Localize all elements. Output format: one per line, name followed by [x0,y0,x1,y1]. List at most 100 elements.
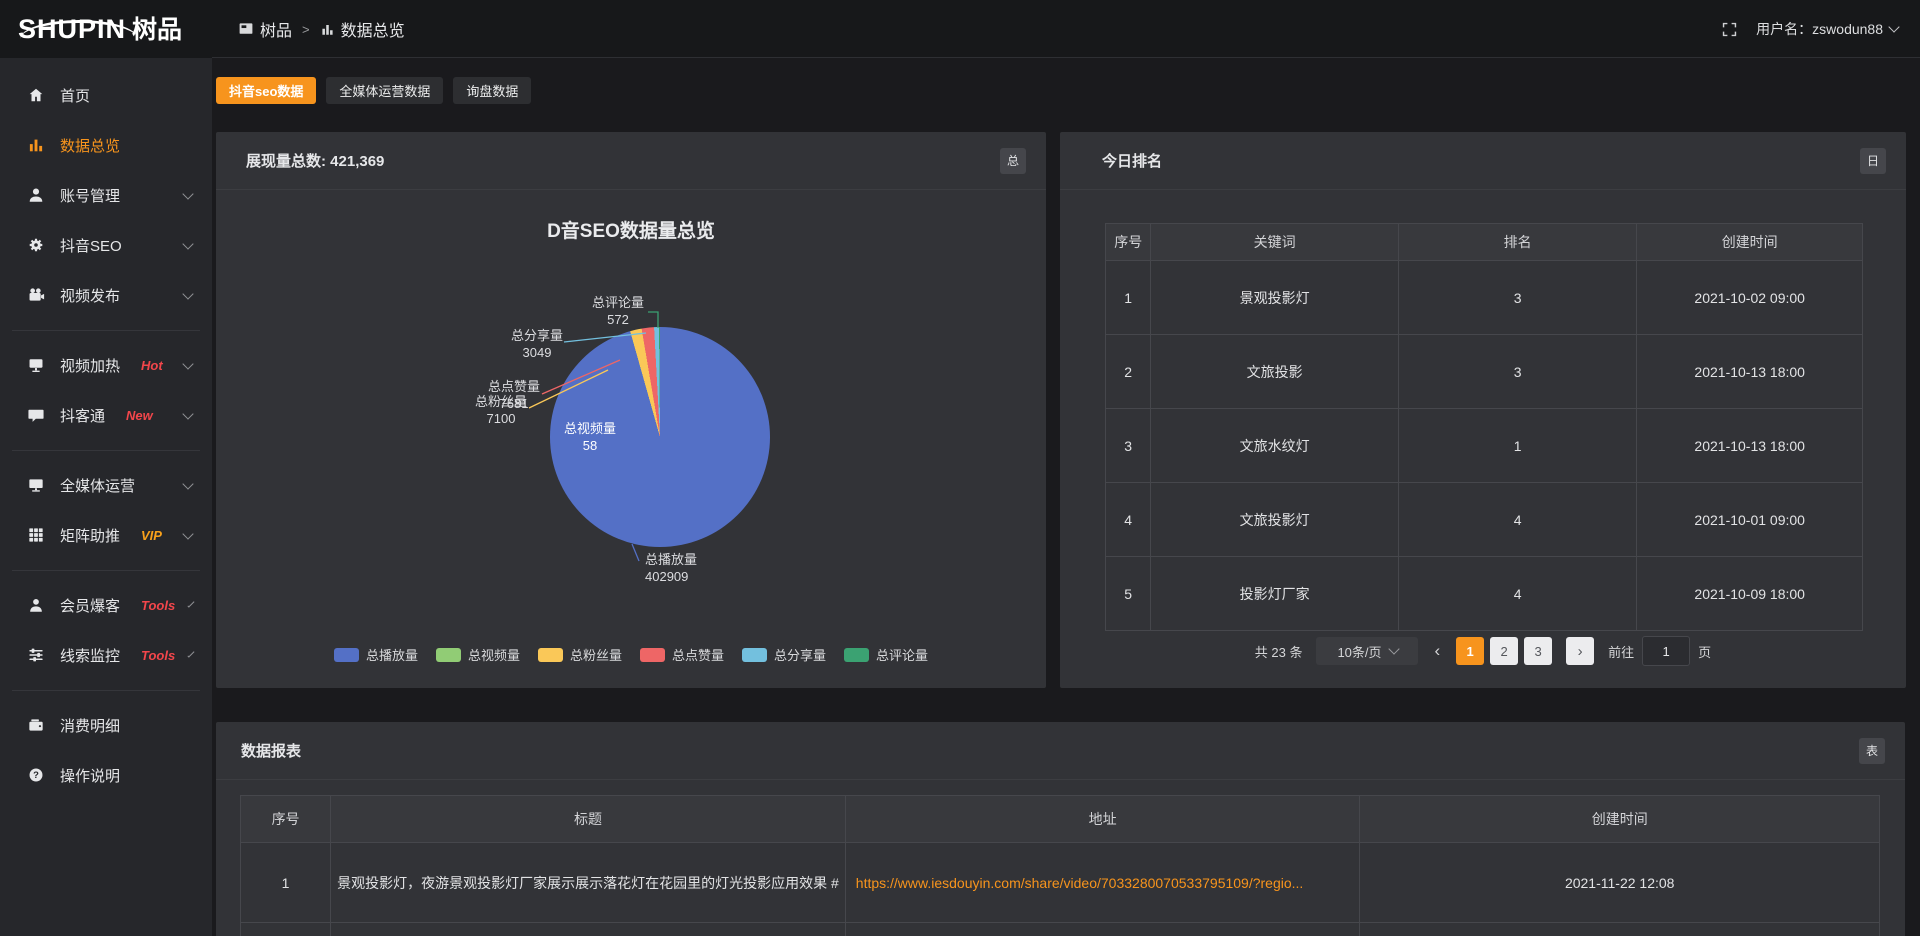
ranking-table: 序号关键词排名创建时间 1景观投影灯32021-10-02 09:002文旅投影… [1105,223,1863,631]
sidebar-item-matrix-boost[interactable]: 矩阵助推VIP [0,510,212,560]
page-button-1[interactable]: 1 [1456,637,1484,665]
svg-text:?: ? [33,770,39,781]
impressions-total: 展现量总数: 421,369 [246,150,384,171]
sidebar-item-label: 视频发布 [60,285,120,306]
goto-page: 前往 页 [1608,636,1711,666]
legend-item[interactable]: 总粉丝量 [538,645,622,664]
sidebar-item-operation-guide[interactable]: ? 操作说明 [0,750,212,800]
chevron-down-icon [182,408,193,419]
ranking-cell: 1 [1398,409,1636,483]
pagination: 共 23 条 10条/页 ‹ 123 › 前往 页 [1060,636,1906,666]
topbar-right: 用户名：zswodun88 [1721,19,1920,39]
ranking-cell: 3 [1398,335,1636,409]
ranking-col-header: 关键词 [1151,224,1399,261]
sidebar-item-label: 消费明细 [60,715,120,736]
breadcrumb-label: 数据总览 [341,17,405,41]
legend-item[interactable]: 总视频量 [436,645,520,664]
pie-label-value: 7681 [470,395,558,412]
tab-1[interactable]: 全媒体运营数据 [326,77,443,104]
report-table-header: 序号标题地址创建时间 [241,796,1880,843]
sidebar-item-label: 矩阵助推 [60,525,120,546]
app-root: SHUPIN 树品 树品 > 数据总览 用户名：zswodun88 首页数据 [0,0,1920,936]
chevron-down-icon [182,288,193,299]
legend-label: 总点赞量 [672,645,724,664]
report-link[interactable]: https://www.iesdouyin.com/share/video/70… [845,843,1360,923]
report-table-button[interactable]: 表 [1859,738,1885,764]
chevron-down-icon [1388,643,1399,654]
tab-0[interactable]: 抖音seo数据 [216,77,316,104]
legend-label: 总播放量 [366,645,418,664]
sidebar-item-home[interactable]: 首页 [0,70,212,120]
sidebar-item-video-heat[interactable]: 视频加热Hot [0,340,212,390]
sidebar-divider [12,330,200,331]
sidebar-item-douketong[interactable]: 抖客通New [0,390,212,440]
sidebar-item-badge: Tools [141,648,175,663]
page-button-2[interactable]: 2 [1490,637,1518,665]
sidebar-item-consumption-detail[interactable]: 消费明细 [0,700,212,750]
legend-item[interactable]: 总点赞量 [640,645,724,664]
chevron-down-icon [182,528,193,539]
sidebar-item-label: 抖客通 [60,405,105,426]
pie-label-name: 总分享量 [492,327,582,344]
breadcrumb-item-current[interactable]: 数据总览 [320,17,405,41]
sidebar-divider [12,450,200,451]
sidebar-item-label: 数据总览 [60,135,120,156]
home-icon [27,86,45,104]
pie-label-play: 总播放量402909 [645,551,697,585]
sidebar-item-member-baoke[interactable]: 会员爆客Tools [0,580,212,630]
next-page-button[interactable]: › [1566,637,1594,665]
legend-label: 总粉丝量 [570,645,622,664]
sidebar-item-video-publish[interactable]: 视频发布 [0,270,212,320]
sidebar-divider [12,690,200,691]
chart-legend: 总播放量总视频量 总粉丝量 总点赞量总分享量总评论量 [216,645,1046,664]
chevron-down-icon [188,600,195,607]
pagination-total: 共 23 条 [1255,642,1303,661]
prev-page-button[interactable]: ‹ [1432,641,1442,661]
sidebar-item-label: 抖音SEO [60,235,122,256]
chevron-down-icon [182,188,193,199]
fullscreen-icon[interactable] [1721,21,1738,38]
ranking-row: 1景观投影灯32021-10-02 09:00 [1106,261,1863,335]
sidebar-item-douyin-seo[interactable]: 抖音SEO [0,220,212,270]
ranking-cell: 5 [1106,557,1151,631]
sidebar-item-data-overview[interactable]: 数据总览 [0,120,212,170]
legend-item[interactable]: 总播放量 [334,645,418,664]
ranking-cell: 2 [1106,335,1151,409]
ranking-cell: 2021-10-13 18:00 [1637,335,1863,409]
leader-line-play [632,544,639,561]
user-label: 用户名：zswodun88 [1756,19,1883,39]
app-logo: SHUPIN 树品 [0,16,212,43]
ranking-cell: 1 [1106,261,1151,335]
person-icon [27,596,45,614]
ranking-day-button[interactable]: 日 [1860,148,1886,174]
legend-swatch [640,648,665,662]
breadcrumb-label: 树品 [260,17,292,41]
sidebar-item-label: 会员爆客 [60,595,120,616]
ranking-cell: 2021-10-09 18:00 [1637,557,1863,631]
chart-total-button[interactable]: 总 [1000,148,1026,174]
legend-swatch [436,648,461,662]
sidebar-item-label: 视频加热 [60,355,120,376]
report-panel: 数据报表 表 序号标题地址创建时间 1景观投影灯，夜游景观投影灯厂家展示展示落花… [216,722,1905,936]
sidebar-item-account-manage[interactable]: 账号管理 [0,170,212,220]
breadcrumb-item-app[interactable]: 树品 [238,17,292,41]
legend-item[interactable]: 总评论量 [844,645,928,664]
page-button-3[interactable]: 3 [1524,637,1552,665]
ranking-cell: 3 [1106,409,1151,483]
legend-swatch [334,648,359,662]
chevron-down-icon [182,478,193,489]
tab-2[interactable]: 询盘数据 [453,77,531,104]
legend-item[interactable]: 总分享量 [742,645,826,664]
sidebar-item-label: 操作说明 [60,765,120,786]
pie-label-name: 总评论量 [584,294,652,311]
goto-page-input[interactable] [1642,636,1690,666]
pie-label-value: 58 [546,437,634,454]
sidebar-item-media-operation[interactable]: 全媒体运营 [0,460,212,510]
report-cell-title: 景观投影灯，夜游景观投影灯厂家展示展示落花灯在花园里的灯光投影应用效果 # [331,843,846,923]
user-menu[interactable]: 用户名：zswodun88 [1756,19,1898,39]
page-size-select[interactable]: 10条/页 [1316,637,1418,665]
sidebar-item-clue-monitor[interactable]: 线索监控Tools [0,630,212,680]
grid-icon [27,526,45,544]
report-cell-no: 1 [241,843,331,923]
pie-label-value: 572 [584,311,652,328]
